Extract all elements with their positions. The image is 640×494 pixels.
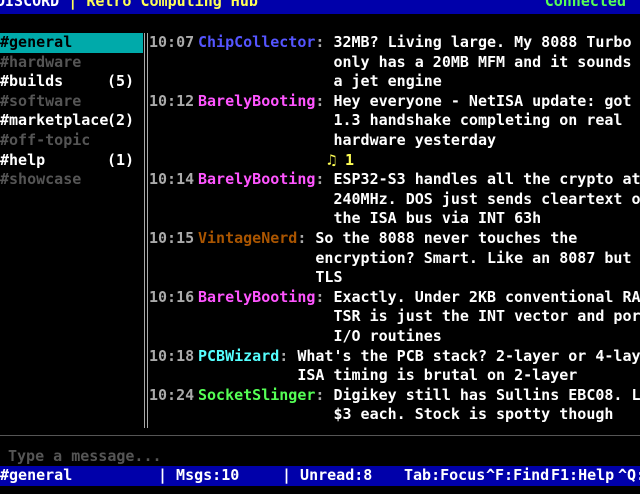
message: 10:15 VintageNerd: So the 8088 never touc… (149, 229, 640, 288)
channel-name: #marketplace (0, 111, 109, 130)
title-separator: | (59, 0, 87, 10)
message: 10:12 BarelyBooting: Hey everyone - NetIS… (149, 92, 640, 151)
channel-name: #builds (0, 72, 64, 91)
message-line: 1.3 handshake completing on real (333, 111, 623, 130)
channel-name: #off-topic (0, 130, 91, 149)
message-line: $3 each. Stock is spotty though (333, 405, 614, 424)
message-body: Digikey still has Sullins EBC08. Like $3 … (333, 386, 640, 425)
channel-item-hardware[interactable]: #hardware (0, 53, 143, 73)
message-line: ESP32-S3 handles all the crypto at (333, 170, 640, 189)
status-channel: #general (0, 466, 73, 484)
message-line: 240MHz. DOS just sends cleartext over (333, 189, 640, 208)
message-reaction[interactable]: ♫ 1 (149, 151, 640, 171)
author-separator: : (279, 346, 298, 365)
unread-badge: (1) (107, 150, 135, 169)
message-body: ESP32-S3 handles all the crypto at 240MHz… (333, 170, 640, 229)
author-separator: : (315, 287, 334, 306)
connection-status: Connected (544, 0, 626, 10)
message-body: Exactly. Under 2KB conventional RAM. TSR … (333, 288, 640, 347)
channel-item-marketplace[interactable]: #marketplace (2) (0, 111, 143, 131)
message-line: Digikey still has Sullins EBC08. Like (333, 385, 640, 404)
message-body: 32MB? Living large. My 8088 Turbo XT only… (333, 33, 640, 92)
channel-name: #general (0, 33, 73, 51)
message: 10:14 BarelyBooting: ESP32-S3 handles all… (149, 170, 640, 229)
status-tab-focus-hint: Tab:Focus (404, 466, 486, 484)
message-line: encryption? Smart. Like an 8087 but for (315, 248, 640, 267)
message-line: hardware yesterday (333, 130, 497, 149)
author-separator: : (315, 91, 334, 110)
message-line: 32MB? Living large. My 8088 Turbo XT (333, 33, 640, 51)
window-title: DISCORD | Retro Computing Hub (0, 0, 258, 12)
message-timestamp: 10:14 (149, 170, 195, 189)
message-line: TLS (315, 268, 343, 287)
status-find-hint: ^F:Find (486, 466, 550, 484)
channel-item-builds[interactable]: #builds (5) (0, 72, 143, 92)
message: 10:18 PCBWizard: What's the PCB stack? 2-… (149, 347, 640, 386)
status-quit-hint: ^Q: (618, 466, 640, 484)
status-bar: #general | Msgs:10 | Unread:8 Tab:Focus … (0, 466, 640, 486)
message: 10:16 BarelyBooting: Exactly. Under 2KB c… (149, 288, 640, 347)
channel-name: #showcase (0, 170, 82, 189)
message-line: What's the PCB stack? 2-layer or 4-layer… (297, 346, 640, 365)
message-line: ISA timing is brutal on 2-layer (297, 366, 578, 385)
message-line: I/O routines (333, 326, 442, 345)
channel-name: #hardware (0, 52, 82, 71)
message-line: Hey everyone - NetISA update: got TLS (333, 91, 640, 110)
title-bar: DISCORD | Retro Computing Hub Connected (0, 0, 640, 14)
author-separator: : (297, 228, 316, 247)
message-line: Exactly. Under 2KB conventional RAM. (333, 287, 640, 306)
server-name: Retro Computing Hub (86, 0, 258, 10)
status-unread-count: | Unread:8 (282, 466, 373, 484)
status-message-count: | Msgs:10 (158, 466, 240, 484)
channel-name: #software (0, 91, 82, 110)
message: 10:24 SocketSlinger: Digikey still has Su… (149, 386, 640, 425)
message-line: TSR is just the INT vector and port (333, 307, 640, 326)
message-author[interactable]: SocketSlinger (198, 386, 315, 425)
message-timestamp: 10:07 (149, 33, 195, 51)
message-body: Hey everyone - NetISA update: got TLS 1.3… (333, 92, 640, 151)
channel-item-help[interactable]: #help (1) (0, 151, 143, 171)
message-body: So the 8088 never touches the encryption?… (315, 229, 640, 288)
app-name: DISCORD (0, 0, 60, 10)
message-timestamp: 10:15 (149, 228, 195, 247)
message-input[interactable]: Type a message... (8, 447, 162, 467)
status-help-hint: F1:Help (551, 466, 615, 484)
author-separator: : (315, 385, 334, 404)
channel-item-off-topic[interactable]: #off-topic (0, 131, 143, 151)
message-author[interactable]: BarelyBooting (198, 92, 315, 151)
channel-list: #general #hardware #builds (5) #software #mar… (0, 33, 143, 428)
unread-badge: (2) (107, 111, 135, 130)
message-line: a jet engine (333, 72, 442, 91)
message-body: What's the PCB stack? 2-layer or 4-layer… (297, 347, 640, 386)
message-line: the ISA bus via INT 63h (333, 209, 542, 228)
message-timestamp: 10:12 (149, 91, 195, 110)
channel-item-showcase[interactable]: #showcase (0, 170, 143, 190)
author-separator: : (315, 170, 334, 189)
message-author[interactable]: ChipCollector (198, 33, 315, 92)
channel-item-software[interactable]: #software (0, 92, 143, 112)
message-line: So the 8088 never touches the (315, 228, 578, 247)
channel-item-general[interactable]: #general (0, 33, 143, 53)
message-list[interactable]: 10:07 ChipCollector: 32MB? Living large. … (149, 33, 640, 428)
message-timestamp: 10:18 (149, 346, 195, 365)
message-timestamp: 10:24 (149, 385, 195, 404)
message-author[interactable]: BarelyBooting (198, 288, 315, 347)
message-line: only has a 20MB MFM and it sounds like (333, 52, 632, 71)
sidebar-divider (144, 33, 148, 428)
author-separator: : (315, 33, 334, 51)
message-author[interactable]: VintageNerd (198, 229, 297, 288)
message-author[interactable]: BarelyBooting (198, 170, 315, 229)
channel-name: #help (0, 150, 46, 169)
unread-badge: (5) (107, 72, 135, 91)
input-separator (0, 435, 640, 436)
message: 10:07 ChipCollector: 32MB? Living large. … (149, 33, 640, 92)
message-timestamp: 10:16 (149, 287, 195, 306)
message-author[interactable]: PCBWizard (198, 347, 279, 386)
